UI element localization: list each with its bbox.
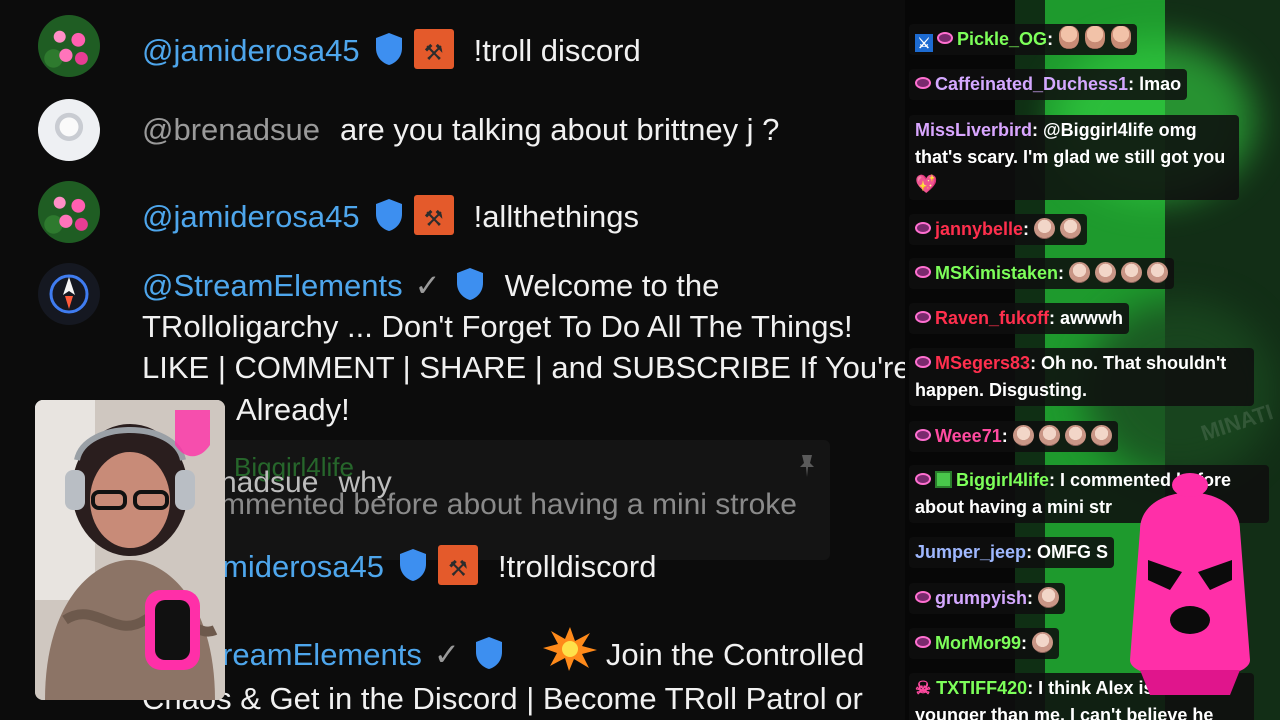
chat-username[interactable]: Pickle_OG: [957, 29, 1047, 49]
chat-text-continued: LIKE | COMMENT | SHARE | and SUBSCRIBE I…: [142, 350, 905, 385]
chat-text-continued: Chaos & Get in the Discord | Become TRol…: [142, 681, 863, 716]
chat-row: Raven_fukoff: awwwh: [909, 303, 1130, 334]
chat-row: Weee71:: [909, 421, 1118, 452]
subscriber-badge-icon: [937, 32, 953, 44]
subscriber-badge-icon: [915, 77, 931, 89]
verified-shield-icon: [375, 199, 402, 231]
emote-icon: [1012, 425, 1034, 446]
chat-text: Join the Controlled: [605, 637, 865, 672]
emote-icon: [1111, 26, 1132, 49]
moderator-sword-icon: ⚔: [915, 34, 933, 52]
chat-message: @StreamElements ✓ Welcome to the: [142, 267, 719, 304]
chat-username[interactable]: MSegers83: [935, 353, 1030, 373]
chat-username[interactable]: Caffeinated_Duchess1: [935, 74, 1128, 94]
chat-text: are you talking about brittney j ?: [339, 112, 780, 147]
subscriber-badge-icon: [915, 473, 931, 485]
emote-icon: [1038, 587, 1060, 608]
chat-username[interactable]: TXTIFF420: [936, 678, 1027, 698]
chat-row: grumpyish:: [909, 583, 1066, 614]
chat-handle[interactable]: miderosa45: [222, 549, 384, 584]
chat-username[interactable]: MSKimistaken: [935, 263, 1058, 283]
verified-shield-icon: [475, 637, 502, 669]
subscriber-badge-icon: [915, 266, 931, 278]
chat-row: jannybelle:: [909, 214, 1088, 245]
chat-username[interactable]: grumpyish: [935, 588, 1027, 608]
chat-username[interactable]: Raven_fukoff: [935, 308, 1049, 328]
mod-badge-icon: ⚒: [437, 545, 478, 585]
emote-icon: [1060, 218, 1082, 239]
chat-username[interactable]: jannybelle: [935, 219, 1023, 239]
chat-row: MSegers83: Oh no. That shouldn't happen. …: [909, 348, 1254, 406]
checkmark-icon: ✓: [433, 637, 460, 672]
avatar[interactable]: [38, 99, 100, 161]
subscriber-badge-icon: [915, 591, 931, 603]
chat-handle[interactable]: @jamiderosa45: [142, 199, 360, 234]
chat-text: Welcome to the: [504, 268, 720, 303]
avatar[interactable]: [38, 15, 100, 77]
subscriber-badge-icon: [915, 356, 931, 368]
chat-message: @jamiderosa45 ⚒ !allthethings: [142, 195, 639, 235]
chat-username[interactable]: Jumper_jeep: [915, 542, 1026, 562]
mod-badge-icon: ⚒: [413, 195, 454, 235]
emote-icon: [1069, 262, 1091, 283]
chat-text-continued: TRolloligarchy ... Don't Forget To Do Al…: [142, 309, 853, 344]
chat-handle[interactable]: @jamiderosa45: [142, 33, 360, 68]
chat-username[interactable]: MissLiverbird: [915, 120, 1032, 140]
gift-icon: [935, 471, 952, 488]
chat-handle[interactable]: @brenadsue: [142, 112, 320, 147]
emote-icon: [1034, 218, 1056, 239]
checkmark-icon: ✓: [414, 268, 441, 303]
emote-icon: [1032, 632, 1054, 653]
chat-row: MorMor99:: [909, 628, 1060, 659]
chat-row: Jumper_jeep: OMFG S: [909, 537, 1115, 568]
streamer-figure: [35, 400, 225, 700]
explosion-emoji: [542, 625, 598, 679]
pin-icon[interactable]: [798, 454, 816, 478]
subscriber-badge-icon: [915, 222, 931, 234]
emote-icon: [1085, 26, 1106, 49]
emote-icon: [1121, 262, 1143, 283]
emote-icon: [1095, 262, 1117, 283]
chat-row: MissLiverbird: @Biggirl4life omg that's s…: [909, 115, 1239, 200]
pinned-message[interactable]: Biggirl4life nadsue why mmented before ab…: [210, 440, 830, 560]
avatar[interactable]: [38, 181, 100, 243]
verified-shield-icon: [375, 33, 402, 65]
emote-icon: [1059, 26, 1080, 49]
chat-text: !troll discord: [473, 33, 641, 68]
webcam-overlay: [35, 400, 225, 700]
mod-badge-icon: ⚒: [413, 29, 454, 69]
chat-username[interactable]: MorMor99: [935, 633, 1021, 653]
chat-username[interactable]: Weee71: [935, 426, 1002, 446]
chat-message: miderosa45 ⚒ !trolldiscord: [222, 545, 656, 585]
pink-mask-mascot: [1130, 473, 1250, 695]
chat-row: ⚔ Pickle_OG:: [909, 24, 1138, 55]
chat-message: @brenadsue are you talking about brittney…: [142, 112, 779, 148]
emote-icon: [1090, 425, 1112, 446]
emote-icon: [1147, 262, 1169, 283]
chat-username[interactable]: Biggirl4life: [956, 470, 1049, 490]
chat-text-continued: Already!: [236, 392, 350, 427]
chat-message: reamElements ✓ Join the Controlled: [222, 625, 864, 679]
pinned-text: mmented before about having a mini strok…: [220, 488, 797, 521]
streamelements-avatar[interactable]: [38, 263, 100, 325]
chat-handle[interactable]: reamElements: [222, 637, 422, 672]
verified-shield-icon: [456, 268, 483, 300]
chat-row: MSKimistaken:: [909, 258, 1175, 289]
skull-badge-icon: ☠: [915, 678, 932, 698]
chat-text: !trolldiscord: [497, 549, 657, 584]
chat-text: !allthethings: [473, 199, 640, 234]
heart-emoji: 💖: [915, 174, 938, 194]
chat-row: Caffeinated_Duchess1: lmao: [909, 69, 1188, 100]
emote-icon: [1064, 425, 1086, 446]
emote-icon: [1038, 425, 1060, 446]
rocket-icon: [49, 274, 89, 314]
chat-handle[interactable]: @StreamElements: [142, 268, 403, 303]
chat-message: @jamiderosa45 ⚒ !troll discord: [142, 29, 641, 69]
subscriber-badge-icon: [915, 429, 931, 441]
subscriber-badge-icon: [915, 636, 931, 648]
subscriber-badge-icon: [915, 311, 931, 323]
verified-shield-icon: [399, 549, 426, 581]
